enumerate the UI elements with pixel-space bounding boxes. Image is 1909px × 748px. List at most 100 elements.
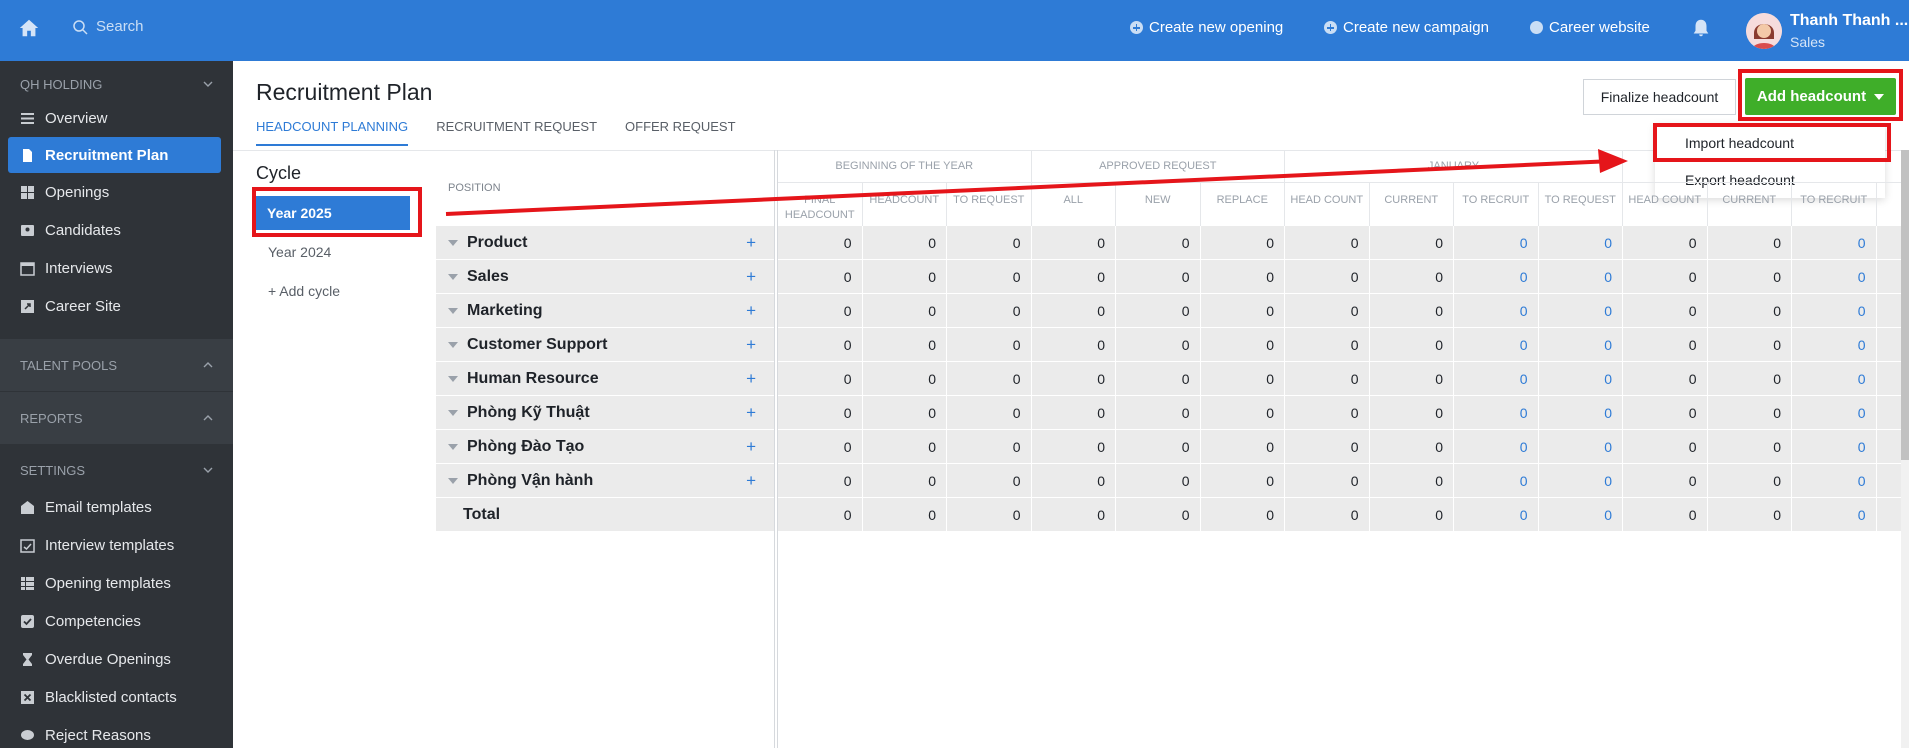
table-cell: 0 [1116,328,1201,361]
position-name: Customer Support [467,335,608,353]
sidebar-item-email-templates[interactable]: Email templates [0,488,233,526]
create-opening-link[interactable]: Create new opening [1130,19,1283,36]
add-position-icon[interactable]: + [746,233,756,253]
checkbox-icon [21,614,34,628]
position-row[interactable]: Product + [436,226,774,260]
table-cell[interactable]: 0 [1539,362,1623,395]
add-position-icon[interactable]: + [746,267,756,287]
table-cell[interactable]: 0 [1539,226,1623,259]
add-position-icon[interactable]: + [746,437,756,457]
table-cell[interactable]: 0 [1454,396,1539,429]
user-name[interactable]: Thanh Thanh ... [1790,12,1908,30]
collapse-triangle-icon[interactable] [448,307,458,314]
table-cell[interactable]: 0 [1539,294,1623,327]
table-cell[interactable]: 0 [1539,396,1623,429]
user-avatar-icon [1746,13,1782,49]
table-cell: 0 [1370,396,1454,429]
position-row[interactable]: Phòng Vận hành + [436,464,774,498]
sidebar-item-overdue-openings[interactable]: Overdue Openings [0,640,233,678]
table-cell[interactable]: 0 [1792,226,1877,259]
table-cell: 0 [1032,396,1116,429]
table-cell[interactable]: 0 [1454,294,1539,327]
sidebar-section-reports[interactable]: REPORTS [0,392,233,444]
table-cell[interactable]: 0 [1792,362,1877,395]
collapse-triangle-icon[interactable] [448,375,458,382]
table-cell[interactable]: 0 [1539,430,1623,463]
sidebar-item-candidates[interactable]: Candidates [0,211,233,249]
table-cell[interactable]: 0 [1539,464,1623,497]
table-cell[interactable]: 0 [1454,362,1539,395]
table-cell[interactable]: 0 [1792,396,1877,429]
headcount-table: POSITION Product + Sales + Marketing + Custome… [436,150,1909,748]
position-row[interactable]: Customer Support + [436,328,774,362]
sidebar-item-openings[interactable]: Openings [0,173,233,211]
collapse-triangle-icon[interactable] [448,273,458,280]
sidebar-item-competencies[interactable]: Competencies [0,602,233,640]
table-cell[interactable]: 0 [1454,226,1539,259]
career-website-link[interactable]: Career website [1530,19,1650,36]
table-cell[interactable]: 0 [1454,328,1539,361]
position-row[interactable]: Phòng Kỹ Thuật + [436,396,774,430]
sidebar-section-org[interactable]: QH HOLDING [0,69,233,99]
collapse-triangle-icon[interactable] [448,477,458,484]
table-cell: 0 [1708,226,1792,259]
home-icon[interactable] [18,17,40,39]
collapse-triangle-icon[interactable] [448,239,458,246]
sidebar-item-interviews[interactable]: Interviews [0,249,233,287]
add-position-icon[interactable]: + [746,369,756,389]
table-cell[interactable]: 0 [1539,328,1623,361]
scrollbar-thumb[interactable] [1901,150,1909,460]
sidebar-section-settings[interactable]: SETTINGS [0,452,233,488]
table-cell[interactable]: 0 [1792,464,1877,497]
cycle-item-2024[interactable]: Year 2024 [256,235,411,269]
finalize-headcount-button[interactable]: Finalize headcount [1583,79,1736,115]
table-cell[interactable]: 0 [1454,430,1539,463]
add-position-icon[interactable]: + [746,301,756,321]
position-row[interactable]: Marketing + [436,294,774,328]
table-cell[interactable]: 0 [1792,498,1877,531]
table-cell[interactable]: 0 [1454,260,1539,293]
bell-icon[interactable] [1690,17,1712,39]
vertical-scrollbar[interactable] [1901,150,1909,748]
sidebar-item-reject-reasons[interactable]: Reject Reasons [0,716,233,748]
sidebar-item-career-site[interactable]: Career Site [0,287,233,325]
add-position-icon[interactable]: + [746,471,756,491]
table-cell: 0 [778,260,863,293]
collapse-triangle-icon[interactable] [448,443,458,450]
create-campaign-link[interactable]: Create new campaign [1324,19,1489,36]
collapse-triangle-icon[interactable] [448,341,458,348]
tab-recruitment-request[interactable]: RECRUITMENT REQUEST [436,119,597,146]
collapse-triangle-icon[interactable] [448,409,458,416]
table-cell: 0 [947,226,1032,259]
add-position-icon[interactable]: + [746,335,756,355]
table-cell: 0 [947,396,1032,429]
sidebar-item-blacklisted-contacts[interactable]: Blacklisted contacts [0,678,233,716]
search-input[interactable]: Search [96,18,144,35]
position-row[interactable]: Phòng Đào Tạo + [436,430,774,464]
sidebar-item-overview[interactable]: Overview [0,99,233,137]
table-cell[interactable]: 0 [1539,260,1623,293]
sidebar-item-interview-templates[interactable]: Interview templates [0,526,233,564]
table-cell[interactable]: 0 [1539,498,1623,531]
table-cell[interactable]: 0 [1792,260,1877,293]
table-cell[interactable]: 0 [1454,464,1539,497]
table-cell[interactable]: 0 [1792,328,1877,361]
table-cell[interactable]: 0 [1454,498,1539,531]
avatar[interactable] [1746,13,1782,49]
position-row[interactable]: Sales + [436,260,774,294]
table-cell[interactable]: 0 [1792,294,1877,327]
grid-icon [21,185,34,199]
tab-offer-request[interactable]: OFFER REQUEST [625,119,736,146]
add-position-icon[interactable]: + [746,403,756,423]
sidebar-section-talent-pools[interactable]: TALENT POOLS [0,339,233,391]
table-cell: 0 [1285,362,1370,395]
table-cell: 0 [1708,464,1792,497]
envelope-icon [21,500,34,514]
search-box[interactable]: Search [72,18,144,35]
table-cell[interactable]: 0 [1792,430,1877,463]
position-row[interactable]: Human Resource + [436,362,774,396]
tab-headcount-planning[interactable]: HEADCOUNT PLANNING [256,119,409,146]
sidebar-item-opening-templates[interactable]: Opening templates [0,564,233,602]
add-cycle-link[interactable]: + Add cycle [256,274,411,308]
sidebar-item-recruitment-plan[interactable]: Recruitment Plan [8,137,221,173]
